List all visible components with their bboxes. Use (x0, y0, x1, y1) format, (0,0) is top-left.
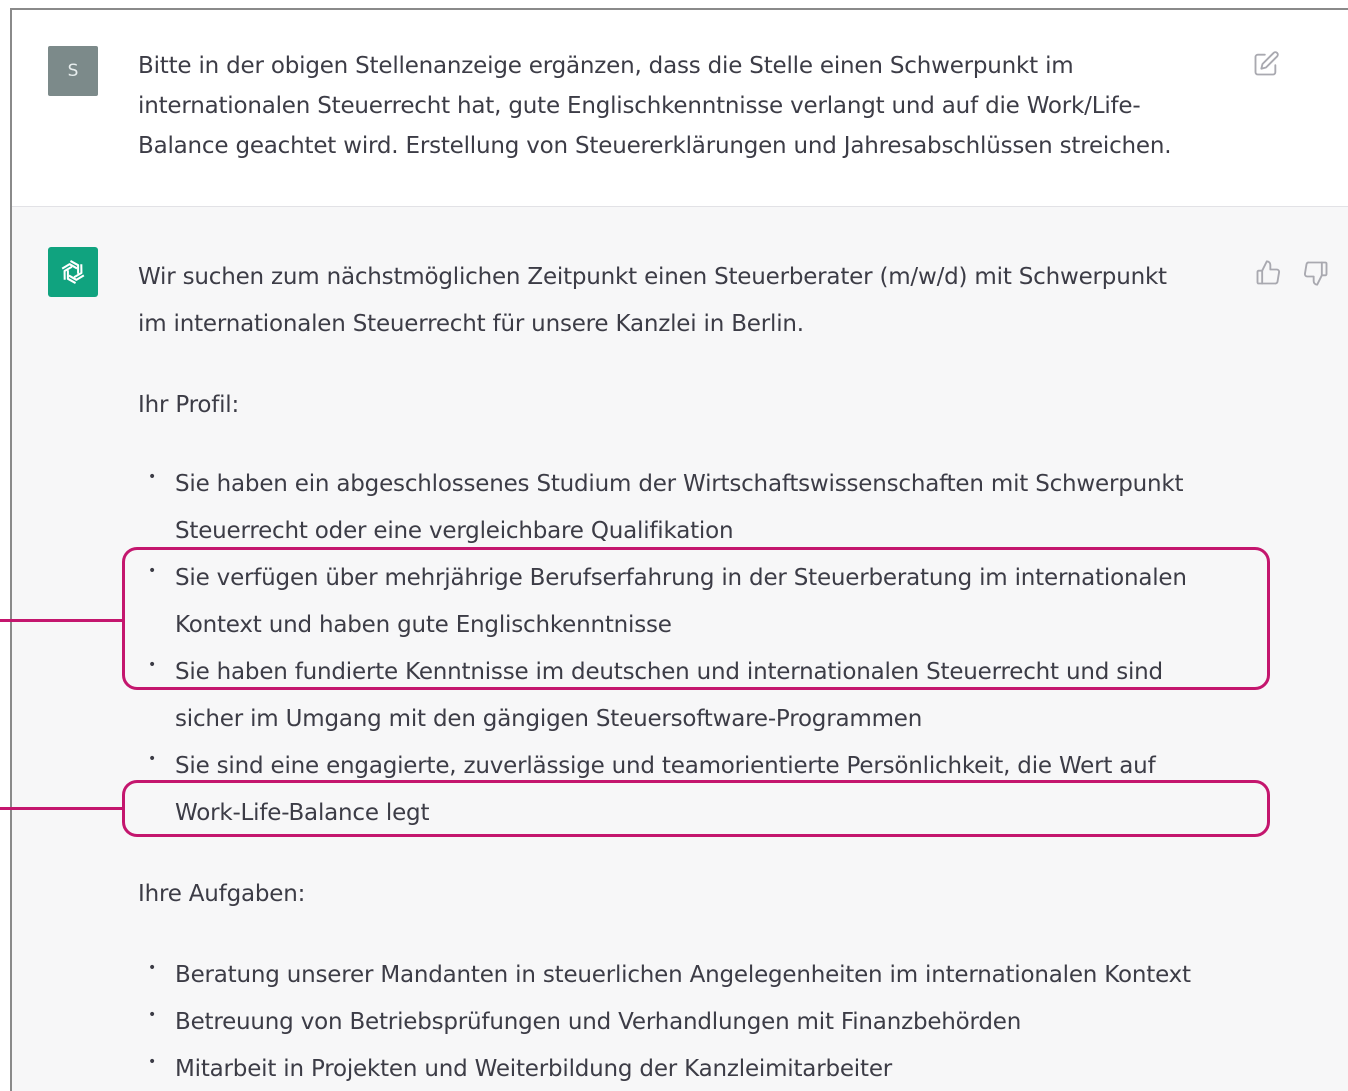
edit-icon[interactable] (1252, 50, 1280, 82)
intro-line: im internationalen Steuerrecht für unser… (138, 311, 804, 337)
bullet-icon: • (148, 469, 157, 485)
profile-heading: Ihr Profil: (138, 392, 240, 418)
highlight-connector-line (0, 619, 124, 622)
user-avatar: S (48, 46, 98, 96)
bullet-icon: • (148, 960, 157, 976)
task-item: Beratung unserer Mandanten in steuerlich… (175, 962, 1191, 988)
highlight-box-work-life (122, 780, 1270, 837)
user-message: Bitte in der obigen Stellenanzeige ergän… (138, 46, 1218, 166)
message-line: Balance geachtet wird. Erstellung von St… (138, 133, 1172, 159)
profile-item-line: sicher im Umgang mit den gängigen Steuer… (175, 706, 923, 732)
bullet-icon: • (148, 1007, 157, 1023)
thumbs-up-icon[interactable] (1254, 259, 1282, 291)
thumbs-down-icon[interactable] (1302, 259, 1330, 291)
message-line: Bitte in der obigen Stellenanzeige ergän… (138, 53, 1074, 79)
profile-item-line: Sie sind eine engagierte, zuverlässige u… (175, 753, 1156, 779)
bullet-icon: • (148, 1054, 157, 1070)
bullet-icon: • (148, 751, 157, 767)
user-turn: S Bitte in der obigen Stellenanzeige erg… (12, 10, 1348, 207)
highlight-box-english (122, 547, 1270, 690)
openai-logo-icon (48, 247, 98, 297)
highlight-connector-line (0, 807, 124, 810)
task-item: Mitarbeit in Projekten und Weiterbildung… (175, 1056, 893, 1082)
profile-item-line: Sie haben ein abgeschlossenes Studium de… (175, 471, 1184, 497)
profile-item-line: Steuerrecht oder eine vergleichbare Qual… (175, 518, 734, 544)
message-line: internationalen Steuerrecht hat, gute En… (138, 93, 1141, 119)
intro-line: Wir suchen zum nächstmöglichen Zeitpunkt… (138, 264, 1167, 290)
task-item: Betreuung von Betriebsprüfungen und Verh… (175, 1009, 1022, 1035)
tasks-heading: Ihre Aufgaben: (138, 881, 306, 907)
